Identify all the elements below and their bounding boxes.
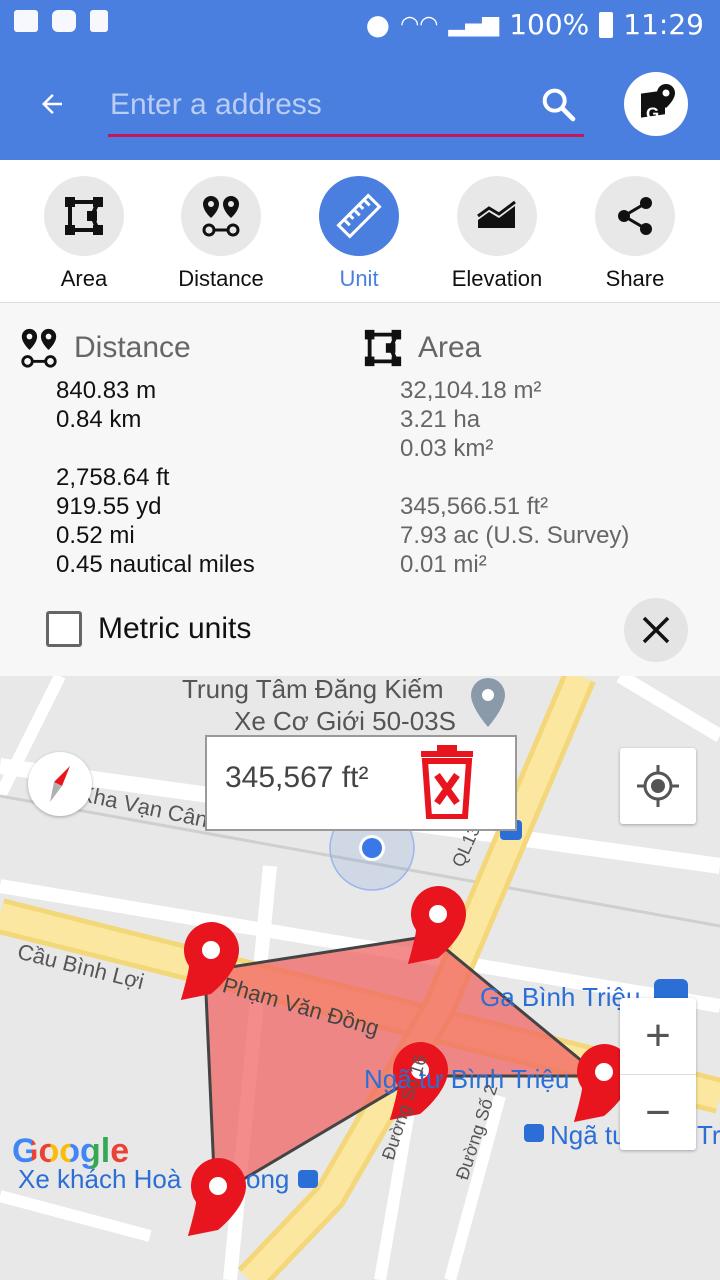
map-pin-g-icon: G [641,84,675,123]
map-label-poi: Trung Tâm Đăng Kiếm [182,676,444,704]
wifi-icon: ◠◠ [400,12,439,37]
area-value: 345,566.51 ft² [400,493,549,520]
map-label-station: Ga Bình Triệu [480,982,641,1012]
zoom-out-button[interactable]: − [620,1075,696,1151]
tool-elevation-label: Elevation [451,266,543,291]
distance-title: Distance [74,331,191,364]
area-value: 0.03 km² [400,435,494,462]
area-icon [364,329,402,367]
tool-elevation[interactable]: Elevation [442,176,552,292]
distance-icon [21,328,57,368]
marker-pin-icon[interactable] [182,1156,248,1236]
ruler-icon [336,193,382,239]
search-icon[interactable] [538,84,578,124]
measurement-panel: Distance 840.83 m 0.84 km 2,758.64 ft 91… [0,303,720,676]
my-location-icon [637,765,679,807]
distance-value: 0.52 mi [56,522,135,549]
marker-pin-icon[interactable] [402,884,468,964]
tool-unit[interactable]: Unit [304,176,414,292]
area-value: 3.21 ha [400,406,481,433]
area-popup-value: 345,567 ft² [225,761,369,794]
close-icon [642,616,670,644]
app-bar: G [0,48,720,160]
elevation-icon [477,200,516,228]
distance-value: 2,758.64 ft [56,464,170,491]
area-value: 32,104.18 m² [400,377,542,404]
tool-area-label: Area [60,266,108,291]
my-location-button[interactable] [620,748,696,824]
google-logo: Google [12,1132,130,1170]
storage-icon [90,10,108,32]
delete-icon[interactable] [417,745,477,819]
distance-values: 840.83 m 0.84 km 2,758.64 ft 919.55 yd 0… [56,376,255,579]
area-values: 32,104.18 m² 3.21 ha 0.03 km² 345,566.51… [400,376,629,579]
location-status-icon: ● [365,8,391,41]
metric-units-checkbox[interactable] [46,611,82,647]
distance-value: 840.83 m [56,377,157,404]
address-search [108,78,584,137]
map-type-button[interactable]: G [624,72,688,136]
status-bar: ● ◠◠ ▂▄▆ 100% 11:29 [0,0,720,48]
distance-value: 0.84 km [56,406,142,433]
tool-share[interactable]: Share [580,176,690,292]
area-value: 7.93 ac (U.S. Survey) [400,522,630,549]
area-value: 0.01 mi² [400,551,487,578]
compass-button[interactable] [28,752,92,816]
map-label-station: ong [246,1164,290,1194]
map-view[interactable]: Trung Tâm Đăng Kiếm Xe Cơ Giới 50-03S Kh… [0,676,720,1280]
signal-icon: ▂▄▆ [448,12,500,37]
close-panel-button[interactable] [624,598,688,662]
compass-icon [50,766,70,802]
distance-value: 0.45 nautical miles [56,551,255,578]
tool-distance[interactable]: Distance [166,176,276,292]
battery-percent: 100% [509,8,590,41]
area-value [400,463,629,492]
address-input[interactable] [108,78,532,132]
tool-share-label: Share [605,266,665,291]
zoom-in-button[interactable]: + [620,998,696,1075]
area-popup: 345,567 ft² [205,735,517,831]
distance-icon [202,196,240,237]
distance-header: Distance [18,327,191,369]
gallery-icon [14,10,38,32]
share-icon [618,197,652,235]
area-header: Area [362,327,481,369]
area-icon [65,197,103,235]
back-arrow-icon [42,94,62,114]
tool-area[interactable]: Area [29,176,139,292]
zoom-controls: + − [620,998,696,1150]
svg-text:G: G [646,104,659,123]
metric-units-toggle[interactable]: Metric units [46,611,251,647]
tool-bar: Area Distance Unit Elevation Share [0,160,720,303]
metric-units-label: Metric units [98,612,252,645]
clock: 11:29 [623,8,704,41]
distance-value: 919.55 yd [56,493,162,520]
tool-unit-label: Unit [339,266,379,291]
back-button[interactable] [30,78,74,130]
youtube-icon [52,10,76,32]
battery-icon [599,11,614,38]
distance-value [56,434,255,463]
map-label-station: Ngã tư Bình Triệu [364,1064,570,1094]
tool-distance-label: Distance [178,266,264,291]
area-title: Area [418,331,482,364]
map-label-poi: Xe Cơ Giới 50-03S [234,706,456,736]
